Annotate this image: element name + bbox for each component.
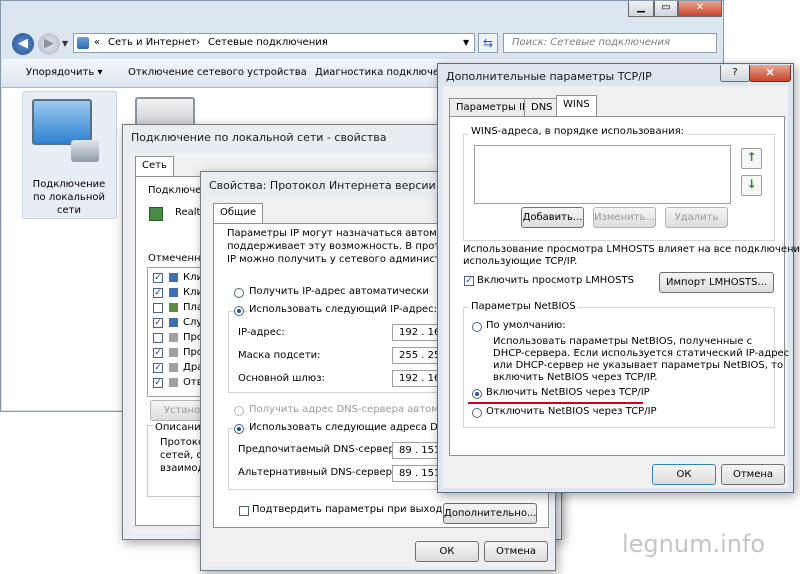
preferred-dns-label: Предпочитаемый DNS-сервер: (238, 444, 399, 455)
window-title: Дополнительные параметры TCP/IP (446, 70, 652, 83)
help-button[interactable]: ? (720, 65, 750, 82)
connection-label: Подключение по локальной сети (32, 179, 106, 216)
wins-addresses-label: WINS-адреса, в порядке использования: (469, 126, 686, 137)
wins-address-list[interactable] (474, 145, 731, 204)
netbios-disable-label: Отключить NetBIOS через TCP/IP (486, 406, 657, 417)
auto-ip-label: Получить IP-адрес автоматически (249, 286, 429, 297)
advanced-button[interactable]: Дополнительно... (443, 503, 537, 524)
minimize-button[interactable]: ▁ (628, 1, 654, 17)
breadcrumb-network-connections[interactable]: Сетевые подключения (208, 37, 328, 48)
connect-via-label: Подключе (148, 185, 202, 196)
search-box[interactable]: Поиск: Сетевые подключения (503, 33, 717, 53)
component-checkbox[interactable]: ✓ (153, 378, 163, 388)
history-dropdown-icon[interactable]: ▼ (62, 39, 68, 48)
confirm-on-exit-label: Подтвердить параметры при выходе (252, 504, 449, 515)
tab-ip-settings[interactable]: Параметры IP (449, 98, 536, 117)
ipv4-cancel-button[interactable]: Отмена (484, 541, 548, 562)
tcpip-ok-button[interactable]: ОК (652, 464, 716, 485)
netbios-default-radio[interactable] (472, 322, 482, 332)
close-button[interactable]: ✕ (678, 1, 722, 17)
component-icon (169, 318, 178, 327)
description-line: взаимод (160, 463, 205, 474)
manual-ip-radio[interactable] (234, 306, 244, 316)
advanced-tcpip-window: Дополнительные параметры TCP/IP ? × Пара… (437, 63, 800, 493)
import-lmhosts-button[interactable]: Импорт LMHOSTS... (659, 272, 774, 293)
auto-dns-radio[interactable] (234, 406, 244, 416)
component-checkbox[interactable] (153, 333, 163, 343)
component-icon (169, 303, 178, 312)
adapter-icon (149, 207, 163, 221)
confirm-on-exit-checkbox[interactable] (239, 506, 249, 516)
maximize-button[interactable]: ▭ (654, 1, 678, 17)
tcpip-cancel-button[interactable]: Отмена (721, 464, 785, 485)
netbios-default-desc: Использовать параметры NetBIOS, полученн… (493, 336, 753, 347)
netbios-default-desc: включить NetBIOS через TCP/IP. (493, 372, 658, 383)
watermark: legnum.info (622, 530, 766, 558)
disable-device-button[interactable]: Отключение сетевого устройства (128, 67, 307, 78)
tab-general[interactable]: Общие (213, 203, 264, 224)
gateway-label: Основной шлюз: (238, 373, 325, 384)
edit-wins-button[interactable]: Изменить... (593, 207, 656, 228)
component-icon (169, 333, 178, 342)
component-icon (169, 288, 178, 297)
network-cable-icon (71, 140, 99, 162)
netbios-enable-radio[interactable] (472, 389, 482, 399)
component-icon (169, 378, 178, 387)
remove-wins-button[interactable]: Удалить (665, 207, 728, 228)
component-checkbox[interactable]: ✓ (153, 363, 163, 373)
auto-ip-radio[interactable] (234, 288, 244, 298)
local-connection-item[interactable]: Подключение по локальной сети (22, 91, 117, 219)
network-computer-icon (32, 99, 92, 145)
lmhosts-note: использующие TCP/IP. (463, 256, 578, 267)
lmhosts-note: Использование просмотра LMHOSTS влияет н… (463, 244, 800, 255)
netbios-default-desc: или DHCP-сервер не указывает параметры N… (493, 360, 784, 371)
move-up-button[interactable]: ↑ (741, 148, 762, 169)
network-folder-icon (77, 37, 89, 49)
address-bar[interactable]: « Сеть и Интернет › Сетевые подключения … (73, 33, 475, 53)
tab-network[interactable]: Сеть (135, 156, 174, 177)
tab-wins[interactable]: WINS (556, 95, 597, 116)
explorer-window-controls: ▁ ▭ ✕ (628, 1, 722, 19)
netbios-enable-label: Включить NetBIOS через TCP/IP (486, 387, 650, 398)
breadcrumb-separator-arrow: › (322, 37, 326, 48)
manual-dns-radio[interactable] (234, 424, 244, 434)
enable-lmhosts-label: Включить просмотр LMHOSTS (477, 275, 634, 286)
component-checkbox[interactable]: ✓ (153, 318, 163, 328)
netbios-group-label: Параметры NetBIOS (469, 301, 578, 312)
netbios-default-label: По умолчанию: (486, 320, 566, 331)
organize-menu[interactable]: Упорядочить ▾ (26, 67, 102, 78)
add-wins-button[interactable]: Добавить... (521, 207, 584, 228)
netbios-default-desc: DHCP-сервера. Если используется статичес… (493, 348, 790, 359)
address-dropdown-icon[interactable]: ▼ (463, 38, 469, 47)
component-icon (169, 348, 178, 357)
component-checkbox[interactable]: ✓ (153, 288, 163, 298)
breadcrumb-network-internet[interactable]: Сеть и Интернет (108, 37, 197, 48)
move-down-button[interactable]: ↓ (741, 175, 762, 196)
highlight-underline (468, 402, 643, 404)
component-icon (169, 363, 178, 372)
manual-ip-label: Использовать следующий IP-адрес: (247, 304, 439, 315)
tab-dns[interactable]: DNS (524, 98, 560, 117)
ipv4-ok-button[interactable]: ОК (415, 541, 479, 562)
component-checkbox[interactable]: ✓ (153, 273, 163, 283)
enable-lmhosts-checkbox[interactable]: ✓ (464, 276, 474, 286)
subnet-mask-label: Маска подсети: (238, 350, 321, 361)
component-checkbox[interactable] (153, 303, 163, 313)
breadcrumb-separator-arrow: › (196, 37, 200, 48)
component-icon (169, 273, 178, 282)
ip-address-label: IP-адрес: (238, 327, 285, 338)
search-input[interactable]: Поиск: Сетевые подключения (512, 37, 670, 48)
forward-button[interactable]: ▶ (38, 33, 60, 55)
component-checkbox[interactable]: ✓ (153, 348, 163, 358)
alternate-dns-label: Альтернативный DNS-сервер: (238, 467, 396, 478)
netbios-disable-radio[interactable] (472, 408, 482, 418)
window-title: Подключение по локальной сети - свойства (131, 131, 387, 144)
tcpip-close-button[interactable]: × (749, 65, 791, 82)
back-button[interactable]: ◀ (12, 33, 34, 55)
breadcrumb-separator: « (94, 37, 101, 48)
refresh-button[interactable]: ⇆ (478, 33, 498, 53)
